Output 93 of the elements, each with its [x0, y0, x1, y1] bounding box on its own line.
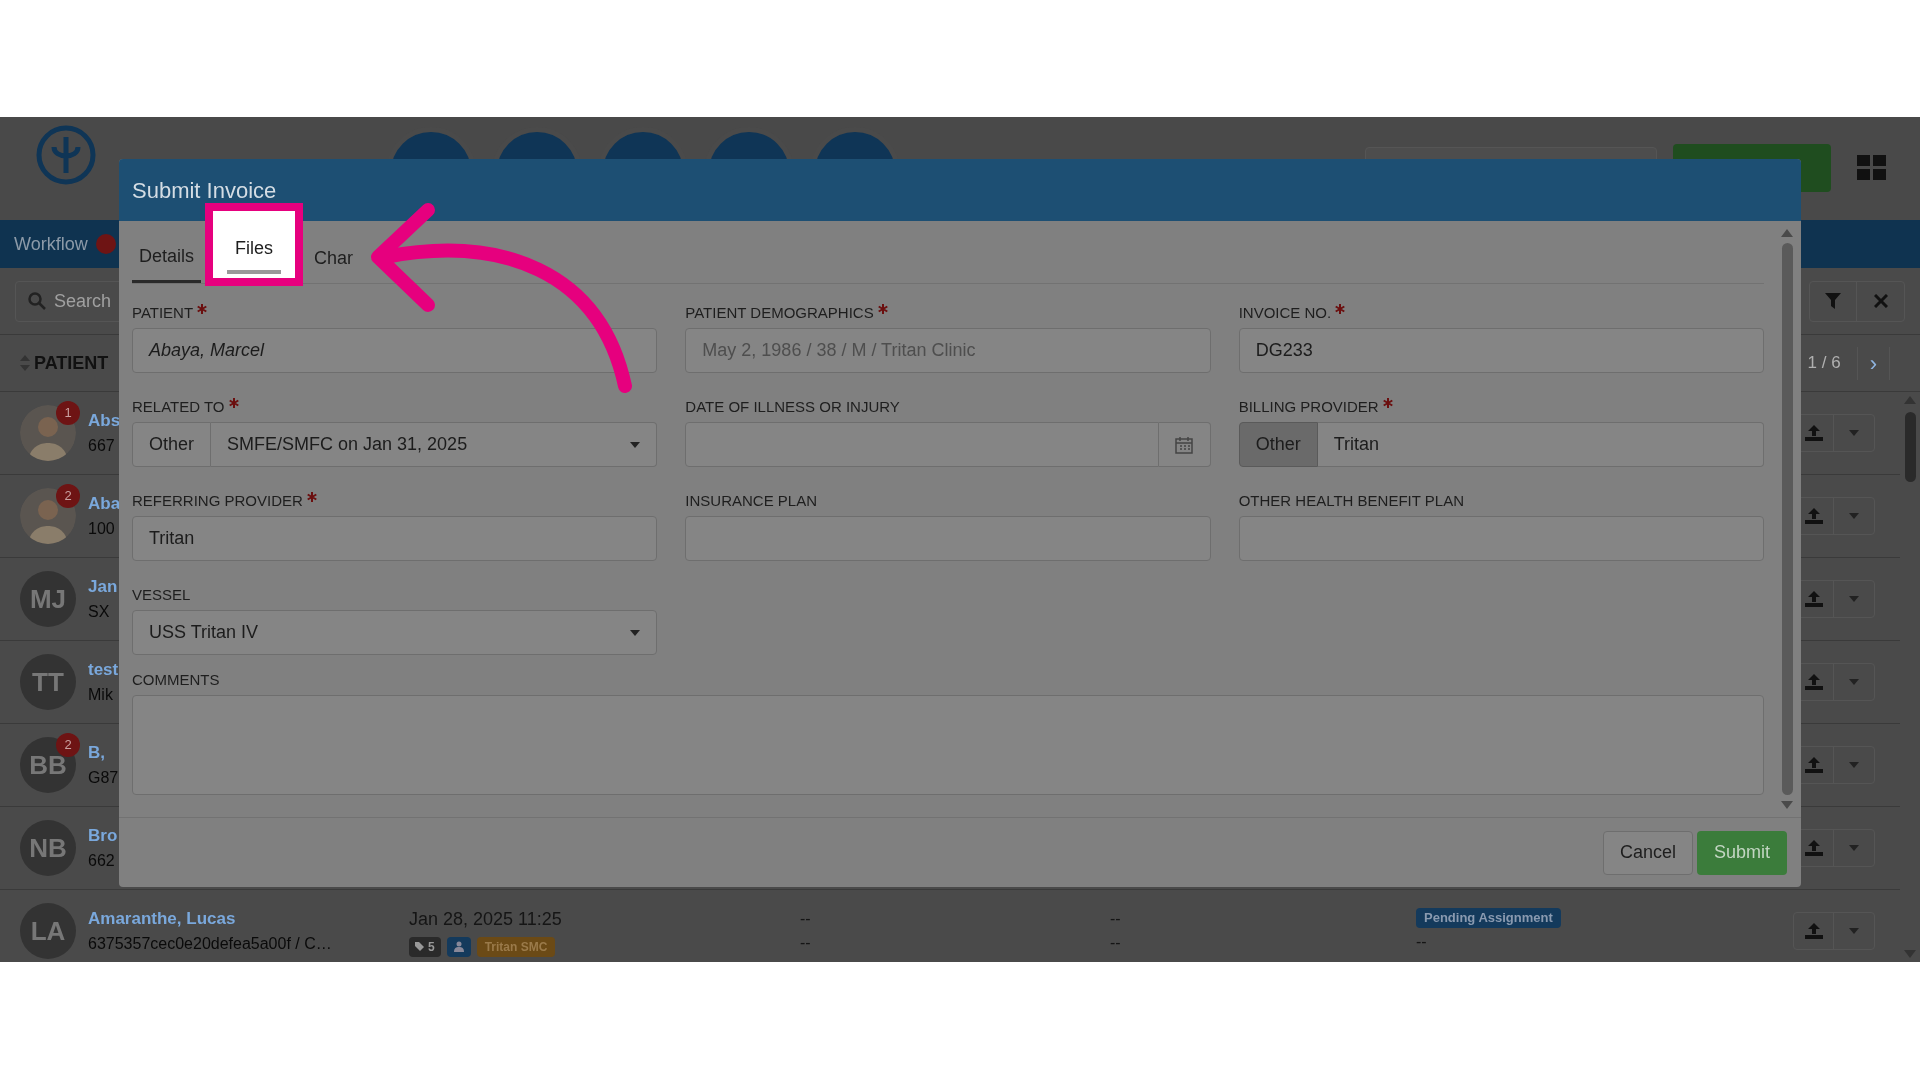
count-tag: 5	[409, 936, 441, 957]
calendar-button[interactable]	[1158, 422, 1211, 467]
tab-underline	[227, 270, 282, 274]
count-badge: 2	[56, 484, 80, 508]
text-field[interactable]: Tritan	[132, 516, 658, 561]
filter-icon	[1825, 293, 1841, 309]
patient-name-link[interactable]: Abs	[88, 408, 121, 434]
close-icon	[1873, 294, 1888, 308]
upload-icon	[1804, 425, 1823, 441]
select-field[interactable]: SMFE/SMFC on Jan 31, 2025	[211, 422, 658, 467]
required-icon	[197, 304, 208, 314]
caret-icon	[1849, 845, 1859, 851]
avatar-initials: NB	[20, 820, 76, 876]
field-label: INVOICE NO.	[1238, 304, 1332, 322]
status-badge: Pending Assignment	[1416, 908, 1561, 928]
count-badge: 1	[56, 401, 80, 425]
upload-icon	[1804, 757, 1823, 773]
avatar-initials: TT	[20, 654, 76, 710]
upload-icon	[1804, 591, 1823, 607]
next-page-link[interactable]: ›	[1856, 346, 1890, 380]
patient-id: 667	[88, 435, 115, 456]
upload-icon	[1804, 923, 1823, 939]
required-icon	[1335, 304, 1346, 314]
patient-name-link[interactable]: Jan	[88, 574, 118, 600]
caret-icon	[1849, 430, 1859, 436]
cancel-button[interactable]: Cancel	[1602, 830, 1693, 875]
search-icon	[28, 292, 46, 310]
caret-icon	[1849, 762, 1859, 768]
field-label: REFERRING PROVIDER	[132, 492, 303, 510]
addon-button[interactable]: Other	[1238, 422, 1318, 467]
count-badge: 2	[56, 733, 80, 757]
patient-name-link[interactable]: B,	[88, 740, 105, 766]
nav-tab[interactable]: Workflow	[14, 230, 88, 258]
caret-icon	[1849, 513, 1859, 519]
required-icon	[306, 492, 317, 502]
patient-id: SX	[88, 601, 110, 622]
patient-name-link[interactable]: Amaranthe, Lucas	[88, 906, 236, 932]
apps-grid-icon[interactable]	[1857, 155, 1887, 181]
submit-button[interactable]: Submit	[1696, 830, 1787, 875]
upload-icon	[1804, 840, 1823, 856]
required-icon	[228, 398, 239, 408]
field-label: PATIENT	[132, 304, 194, 322]
scroll-up-icon	[1781, 229, 1793, 237]
field-label: COMMENTS	[132, 671, 221, 689]
patient-name-link[interactable]: test	[88, 657, 119, 683]
field-label: DATE OF ILLNESS OR INJURY	[685, 398, 900, 416]
person-icon	[453, 941, 464, 952]
tag-icon	[415, 942, 424, 951]
field-label: BILLING PROVIDER	[1238, 398, 1379, 416]
required-icon	[1382, 398, 1393, 408]
column-header[interactable]: PATIENT	[34, 349, 109, 377]
select-field[interactable]: USS Tritan IV	[132, 610, 658, 655]
field-label: OTHER HEALTH BENEFIT PLAN	[1238, 492, 1464, 510]
field-label: RELATED TO	[132, 398, 225, 416]
patient-name-link[interactable]: Aba	[88, 491, 121, 517]
table-cell-text: --	[800, 909, 812, 929]
tab[interactable]: Char	[307, 233, 361, 283]
text-field[interactable]: Tritan	[1317, 422, 1764, 467]
text-field[interactable]: DG233	[1238, 328, 1764, 373]
upload-icon	[1804, 674, 1823, 690]
field-label: PATIENT DEMOGRAPHICS	[685, 304, 874, 322]
scroll-thumb[interactable]	[1904, 412, 1916, 482]
caret-icon	[1849, 596, 1859, 602]
tab[interactable]: Details	[132, 233, 202, 283]
avatar-initials: LA	[20, 903, 76, 959]
upload-icon	[1804, 508, 1823, 524]
required-icon	[877, 304, 888, 314]
patient-id: 662	[88, 850, 115, 871]
patient-field[interactable]: Abaya, Marcel	[132, 328, 658, 373]
badge-icon	[95, 234, 116, 254]
addon-button[interactable]: Other	[132, 422, 212, 467]
caret-icon	[630, 629, 641, 636]
calendar-icon	[1175, 435, 1194, 454]
patient-id: 6375357cec0e20defea5a00f / C…	[88, 933, 332, 954]
patient-id: G87	[88, 767, 119, 788]
search-placeholder: Search	[54, 289, 112, 313]
logo-icon	[36, 125, 96, 185]
scroll-down-icon	[1781, 801, 1793, 809]
patient-id: Mik	[88, 684, 113, 705]
table-cell-text: --	[1110, 909, 1122, 929]
field-label: INSURANCE PLAN	[685, 492, 818, 510]
patient-name-link[interactable]: Bro	[88, 823, 118, 849]
caret-icon	[630, 441, 641, 448]
caret-icon	[1849, 679, 1859, 685]
patient-id: 100	[88, 518, 115, 539]
table-cell-text: --	[1416, 932, 1427, 952]
caret-icon	[1849, 928, 1859, 934]
tab[interactable]: Files	[205, 203, 304, 286]
dialog-title: Submit Invoice	[132, 176, 277, 205]
table-cell-text: --	[1110, 933, 1122, 953]
table-cell-text: --	[800, 933, 812, 953]
avatar-initials: MJ	[20, 571, 76, 627]
field-label: VESSEL	[132, 586, 191, 604]
